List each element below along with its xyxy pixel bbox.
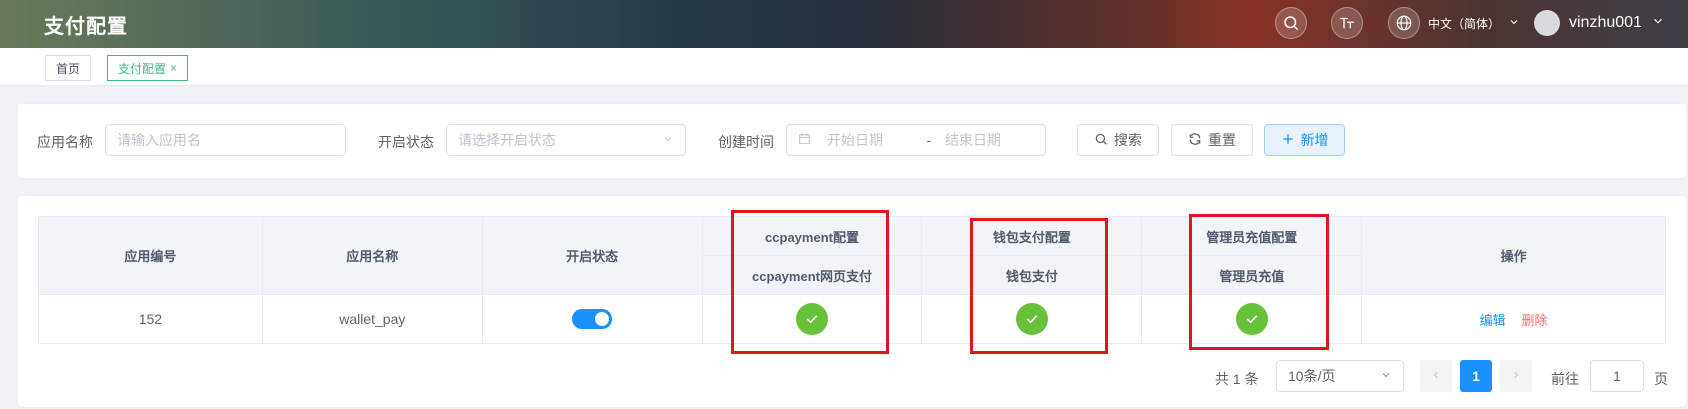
goto-page-input[interactable]: 1 bbox=[1590, 360, 1644, 392]
end-date-placeholder: 结束日期 bbox=[945, 132, 1001, 148]
status-select[interactable]: 请选择开启状态 bbox=[446, 124, 686, 156]
avatar bbox=[1534, 10, 1560, 36]
font-size-icon[interactable] bbox=[1331, 7, 1363, 39]
check-circle-icon bbox=[1235, 303, 1268, 335]
page-number-button[interactable]: 1 bbox=[1460, 360, 1492, 392]
search-button-label: 搜索 bbox=[1114, 132, 1142, 148]
header-ccpayment-group: ccpayment配置 bbox=[701, 216, 923, 256]
next-page-button[interactable] bbox=[1500, 360, 1532, 392]
tab-payment-config-label: 支付配置 bbox=[118, 61, 167, 76]
add-button-label: 新增 bbox=[1300, 132, 1329, 148]
goto-label: 前往 bbox=[1551, 371, 1579, 387]
top-header: 支付配置 中文（简体） vinzhu001 bbox=[0, 0, 1688, 48]
check-circle-icon bbox=[1015, 303, 1048, 335]
header-app-id: 应用编号 bbox=[38, 216, 263, 295]
page-size-select[interactable]: 10条/页 bbox=[1276, 360, 1404, 392]
chevron-right-icon bbox=[1510, 368, 1522, 384]
cell-app-name: wallet_pay bbox=[261, 294, 483, 344]
chevron-down-icon bbox=[662, 132, 674, 148]
globe-icon bbox=[1388, 7, 1420, 39]
status-label: 开启状态 bbox=[378, 134, 434, 150]
tab-home-label: 首页 bbox=[56, 61, 81, 76]
search-button[interactable]: 搜索 bbox=[1077, 124, 1159, 156]
tab-payment-config[interactable]: 支付配置 × bbox=[107, 55, 189, 81]
table-row: 152 wallet_pay 编辑 删除 bbox=[38, 294, 1666, 344]
start-date-placeholder: 开始日期 bbox=[827, 132, 883, 148]
cell-app-id: 152 bbox=[38, 294, 263, 344]
page-size-value: 10条/页 bbox=[1288, 368, 1336, 384]
status-toggle[interactable] bbox=[572, 309, 613, 329]
header-wallet-group: 钱包支付配置 bbox=[921, 216, 1143, 256]
tags-view-bar: 首页 支付配置 × bbox=[0, 48, 1688, 86]
cell-actions: 编辑 删除 bbox=[1361, 294, 1666, 344]
page-title: 支付配置 bbox=[44, 16, 128, 38]
delete-link[interactable]: 删除 bbox=[1522, 313, 1548, 328]
date-range-picker[interactable]: 开始日期 - 结束日期 bbox=[786, 124, 1046, 156]
header-ccpayment-web: ccpayment网页支付 bbox=[701, 255, 923, 295]
payment-config-table: 应用编号 应用名称 开启状态 ccpayment配置 钱包支付配置 管理员充值配… bbox=[38, 216, 1666, 344]
status-placeholder: 请选择开启状态 bbox=[458, 132, 556, 148]
pagination-total: 共 1 条 bbox=[1215, 371, 1259, 387]
prev-page-button[interactable] bbox=[1420, 360, 1452, 392]
header-app-name: 应用名称 bbox=[261, 216, 483, 295]
chevron-down-icon bbox=[1380, 368, 1392, 384]
refresh-icon bbox=[1188, 132, 1202, 149]
app-name-label: 应用名称 bbox=[37, 134, 93, 150]
chevron-down-icon bbox=[1651, 14, 1665, 33]
cell-ccpayment-web bbox=[701, 294, 923, 344]
reset-button[interactable]: 重置 bbox=[1171, 124, 1253, 156]
chevron-down-icon bbox=[1508, 16, 1520, 31]
cell-wallet-pay bbox=[921, 294, 1143, 344]
cell-status bbox=[481, 294, 703, 344]
header-admin-group: 管理员充值配置 bbox=[1141, 216, 1363, 256]
header-status: 开启状态 bbox=[481, 216, 703, 295]
goto-page-value: 1 bbox=[1613, 368, 1621, 384]
search-icon bbox=[1094, 132, 1108, 149]
user-menu[interactable]: vinzhu001 bbox=[1534, 7, 1665, 39]
language-selector[interactable]: 中文（简体） bbox=[1388, 7, 1520, 39]
username: vinzhu001 bbox=[1569, 14, 1642, 31]
range-separator: - bbox=[926, 132, 932, 148]
created-time-label: 创建时间 bbox=[718, 134, 774, 150]
page-suffix: 页 bbox=[1654, 371, 1668, 387]
plus-icon bbox=[1281, 132, 1295, 149]
app-name-placeholder: 请输入应用名 bbox=[117, 132, 201, 148]
reset-button-label: 重置 bbox=[1208, 132, 1236, 148]
tab-home[interactable]: 首页 bbox=[45, 55, 92, 81]
chevron-left-icon bbox=[1430, 368, 1442, 384]
calendar-icon bbox=[798, 132, 811, 148]
cell-admin-recharge bbox=[1141, 294, 1363, 344]
header-actions: 操作 bbox=[1361, 216, 1666, 295]
edit-link[interactable]: 编辑 bbox=[1480, 313, 1506, 328]
search-icon[interactable] bbox=[1275, 7, 1307, 39]
app-name-input[interactable]: 请输入应用名 bbox=[105, 124, 346, 156]
header-wallet-pay: 钱包支付 bbox=[921, 255, 1143, 295]
add-button[interactable]: 新增 bbox=[1264, 124, 1345, 156]
header-admin-recharge: 管理员充值 bbox=[1141, 255, 1363, 295]
language-label: 中文（简体） bbox=[1428, 16, 1501, 31]
close-icon[interactable]: × bbox=[170, 61, 177, 75]
check-circle-icon bbox=[796, 303, 829, 335]
